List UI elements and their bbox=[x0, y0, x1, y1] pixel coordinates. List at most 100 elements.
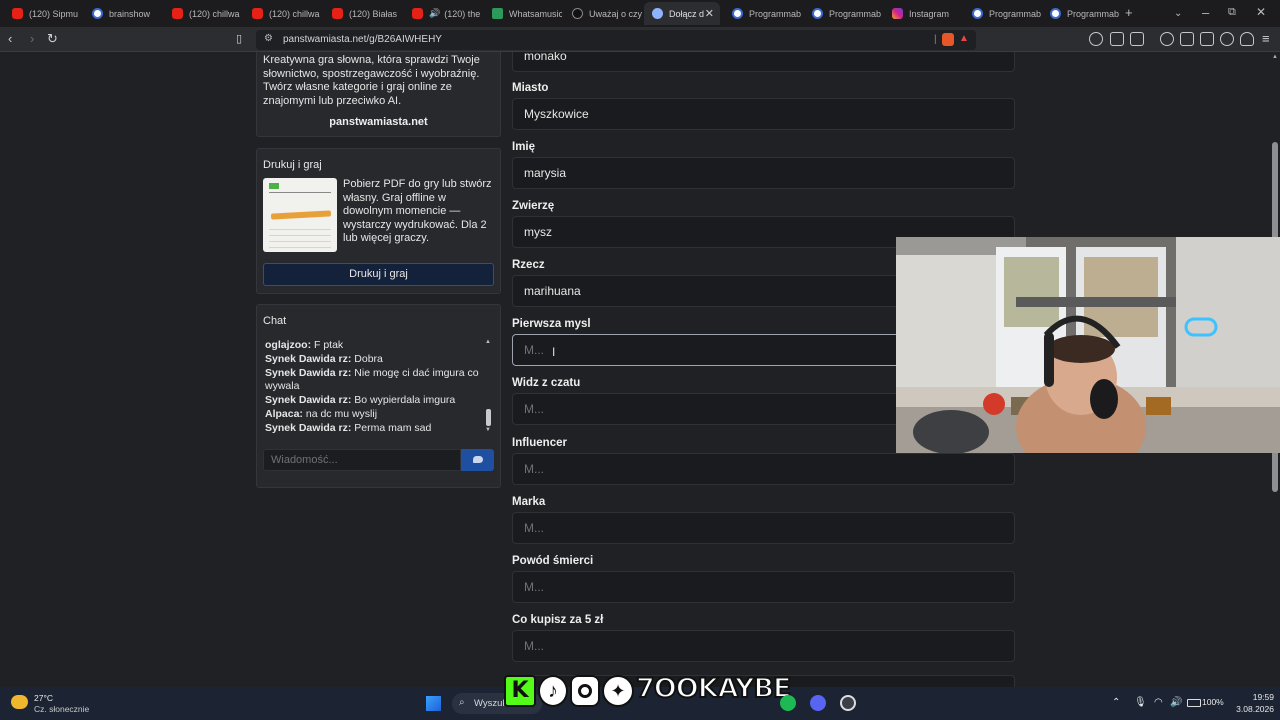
taskbar-search-placeholder: Wyszuk bbox=[474, 698, 508, 709]
pencil-icon bbox=[270, 210, 332, 220]
field-label-marka: Marka bbox=[512, 496, 546, 508]
battery-percent[interactable]: 100% bbox=[1202, 697, 1224, 707]
field-label-widz-z-czatu: Widz z czatu bbox=[512, 377, 581, 389]
globe-icon bbox=[972, 8, 983, 19]
spotify-icon[interactable] bbox=[780, 695, 796, 711]
chat-message: Alpaca: na dc mu wyslij bbox=[265, 407, 378, 420]
kick-icon: K bbox=[504, 675, 536, 707]
chat-scroll-thumb[interactable] bbox=[486, 409, 491, 426]
obs-icon[interactable] bbox=[840, 695, 856, 711]
field-label-zwierze: Zwierzę bbox=[512, 200, 555, 212]
globe-icon bbox=[92, 8, 103, 19]
url-text[interactable]: panstwamiasta.net/g/B26AIWHEHY bbox=[283, 34, 442, 45]
send-message-button[interactable] bbox=[461, 449, 494, 471]
minimize-icon[interactable]: – bbox=[1202, 5, 1209, 20]
browser-tab[interactable]: Programmab bbox=[724, 2, 802, 25]
vpn-shield-icon[interactable] bbox=[1240, 32, 1254, 46]
browser-tab[interactable]: Programmab bbox=[804, 2, 882, 25]
thumbnail-logo bbox=[269, 183, 279, 189]
chat-message-input[interactable] bbox=[263, 449, 461, 471]
print-card-title: Drukuj i graj bbox=[263, 159, 322, 171]
link-icon[interactable] bbox=[1110, 32, 1124, 46]
browser-tab[interactable]: 🔊 (120) the bbox=[404, 2, 482, 25]
field-label-miasto: Miasto bbox=[512, 82, 549, 94]
browser-tab[interactable]: Uważaj o czy bbox=[564, 2, 642, 25]
wallet-icon[interactable] bbox=[1200, 32, 1214, 46]
chat-message: Synek Dawida rz: Nie mogę ci dać imgura … bbox=[265, 366, 479, 393]
social-overlay: K ♪ ✦ 7OOKAYBE bbox=[504, 671, 793, 711]
leo-ai-icon[interactable] bbox=[1220, 32, 1234, 46]
menu-icon[interactable]: ≡ bbox=[1262, 31, 1270, 46]
microphone-icon[interactable]: 🎙 bbox=[1134, 697, 1147, 708]
webcam-image bbox=[896, 237, 1280, 453]
browser-tab[interactable]: (120) Sipmu bbox=[4, 2, 82, 25]
weather-icon[interactable] bbox=[11, 695, 28, 709]
sidebar-icon[interactable] bbox=[1180, 32, 1194, 46]
chat-message: Synek Dawida rz: Dobra bbox=[265, 352, 383, 365]
brave-shields-icon[interactable] bbox=[942, 33, 954, 46]
youtube-icon bbox=[172, 8, 183, 19]
clock-time[interactable]: 19:59 bbox=[1234, 692, 1274, 702]
social-handle: 7OOKAYBE bbox=[635, 672, 793, 705]
browser-tab-active[interactable]: Dołącz d ✕ bbox=[644, 2, 720, 25]
wifi-icon[interactable]: ◠ bbox=[1154, 697, 1163, 708]
weather-temperature[interactable]: 27°C bbox=[34, 693, 53, 703]
cast-icon[interactable] bbox=[1130, 32, 1144, 46]
address-bar[interactable]: ⚙ panstwamiasta.net/g/B26AIWHEHY | ▲ bbox=[256, 30, 976, 50]
volume-icon[interactable]: 🔊 bbox=[1170, 697, 1182, 708]
about-text: Kreatywna gra słowna, która sprawdzi Two… bbox=[263, 54, 480, 107]
music-icon[interactable] bbox=[1160, 32, 1174, 46]
chat-bubble-icon bbox=[472, 456, 483, 463]
tiktok-icon bbox=[572, 8, 583, 19]
forward-icon[interactable]: › bbox=[30, 31, 34, 46]
field-co-kupisz-input[interactable] bbox=[512, 630, 1015, 662]
tiktok-icon: ♪ bbox=[538, 675, 568, 707]
discord-icon[interactable] bbox=[810, 695, 826, 711]
close-window-icon[interactable]: ✕ bbox=[1256, 5, 1266, 19]
browser-tab[interactable]: Programmab bbox=[1042, 2, 1120, 25]
browser-tab[interactable]: Instagram bbox=[884, 2, 962, 25]
field-panstwo-input[interactable] bbox=[512, 52, 1015, 72]
battery-icon[interactable] bbox=[1187, 699, 1201, 707]
youtube-icon bbox=[252, 8, 263, 19]
print-and-play-button[interactable]: Drukuj i graj bbox=[263, 263, 494, 286]
field-imie-input[interactable] bbox=[512, 157, 1015, 189]
new-tab-icon[interactable]: + bbox=[1125, 5, 1133, 20]
weather-description[interactable]: Cz. słonecznie bbox=[34, 704, 89, 714]
webcam-overlay bbox=[896, 237, 1280, 453]
back-icon[interactable]: ‹ bbox=[8, 31, 12, 46]
chat-scrollbar[interactable]: ▲ ▼ bbox=[485, 339, 491, 435]
close-tab-icon[interactable]: ✕ bbox=[705, 7, 714, 20]
brave-rewards-icon[interactable]: ▲ bbox=[959, 33, 969, 44]
globe-icon bbox=[1050, 8, 1061, 19]
clock-date[interactable]: 3.08.2026 bbox=[1224, 704, 1274, 714]
print-card: Drukuj i graj Pobierz PDF do gry lub stw… bbox=[256, 148, 501, 294]
field-label-rzecz: Rzecz bbox=[512, 259, 545, 271]
field-miasto-input[interactable] bbox=[512, 98, 1015, 130]
browser-tab[interactable]: (120) Białas bbox=[324, 2, 402, 25]
globe-icon bbox=[812, 8, 823, 19]
browser-tab[interactable]: Programmab bbox=[964, 2, 1042, 25]
field-marka-input[interactable] bbox=[512, 512, 1015, 544]
field-label-pierwsza-mysl: Pierwsza mysl bbox=[512, 318, 591, 330]
search-icon: ⌕ bbox=[459, 697, 465, 708]
about-link[interactable]: panstwamiasta.net bbox=[257, 116, 500, 128]
field-label-influencer: Influencer bbox=[512, 437, 567, 449]
browser-tab[interactable]: (120) chillwa bbox=[164, 2, 242, 25]
bookmark-icon[interactable]: ▯ bbox=[236, 32, 242, 45]
globe-icon bbox=[732, 8, 743, 19]
tab-list-chevron-icon[interactable]: ⌄ bbox=[1174, 8, 1182, 19]
browser-tab[interactable]: (120) chillwa bbox=[244, 2, 322, 25]
windows-start-icon[interactable] bbox=[426, 696, 441, 711]
browser-toolbar: ‹ › ↻ ▯ ⚙ panstwamiasta.net/g/B26AIWHEHY… bbox=[0, 27, 1280, 52]
tray-expand-icon[interactable]: ⌃ bbox=[1112, 697, 1120, 708]
reload-icon[interactable]: ↻ bbox=[47, 31, 58, 47]
url-divider: | bbox=[934, 34, 937, 45]
field-influencer-input[interactable] bbox=[512, 453, 1015, 485]
browser-tab[interactable]: brainshow bbox=[84, 2, 162, 25]
field-powod-smierci-input[interactable] bbox=[512, 571, 1015, 603]
site-info-icon[interactable]: ⚙ bbox=[264, 33, 273, 44]
extensions-icon[interactable] bbox=[1089, 32, 1103, 46]
maximize-icon[interactable]: ⧉ bbox=[1228, 6, 1236, 19]
browser-tab[interactable]: Whatsamusic bbox=[484, 2, 562, 25]
